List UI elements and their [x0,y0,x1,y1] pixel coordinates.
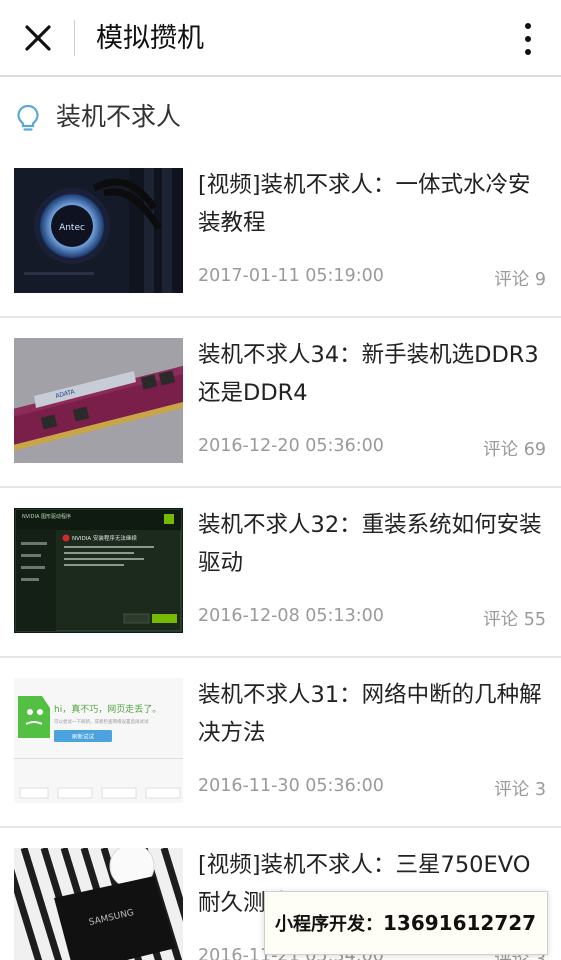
article-date: 2016-12-20 05:36:00 [198,436,384,456]
water-cooler-image: Antec [14,168,183,293]
comment-count: 评论 55 [483,610,546,630]
comment-count: 评论 3 [494,780,546,800]
article-title[interactable]: 装机不求人32：重装系统如何安装驱动 [198,506,548,582]
navigation-bar: 模拟攒机 [0,0,561,77]
page-title: 模拟攒机 [96,23,204,54]
list-item[interactable]: hi，真不巧，网页走丢了。 可以尝试一下刷新，或者检查网络设置后再试试 刷新试试… [0,658,561,828]
banner-phone[interactable]: 13691612727 [383,911,536,935]
network-error-page-image: hi，真不巧，网页走丢了。 可以尝试一下刷新，或者检查网络设置后再试试 刷新试试 [14,678,183,803]
contact-banner[interactable]: 小程序开发：13691612727 [264,891,548,955]
nvidia-header-text: NVIDIA 图形驱动程序 [22,513,71,520]
article-date: 2016-11-30 05:36:00 [198,776,384,796]
lightbulb-icon [17,104,39,131]
samsung-ssd-image: SAMSUNG [14,848,183,960]
list-item[interactable]: Antec [视频]装机不求人：一体式水冷安装教程 2017-01-11 05:… [0,148,561,318]
article-date: 2016-12-08 05:13:00 [198,606,384,626]
ram-module-image: ADATA [14,338,183,463]
article-date: 2017-01-11 05:19:00 [198,266,384,286]
nvidia-message-text: NVIDIA 安装程序无法继续 [72,534,137,542]
list-item[interactable]: NVIDIA 图形驱动程序 NVIDIA 安装程序无法继续 装机不求人32：重装… [0,488,561,658]
article-title[interactable]: 装机不求人31：网络中断的几种解决方法 [198,676,548,752]
antec-logo-text: Antec [59,223,85,233]
list-item[interactable]: ADATA 装机不求人34：新手装机选DDR3还是DDR4 2016-12-20… [0,318,561,488]
contact-banner-text: 小程序开发：13691612727 [275,910,536,936]
close-icon[interactable] [22,22,54,54]
article-title[interactable]: [视频]装机不求人：一体式水冷安装教程 [198,166,548,242]
comment-count: 评论 9 [494,270,546,290]
section-title: 装机不求人 [56,102,182,131]
nav-separator [74,20,75,56]
nvidia-installer-image: NVIDIA 图形驱动程序 NVIDIA 安装程序无法继续 [14,508,183,633]
section-header: 装机不求人 [0,88,561,148]
article-title[interactable]: 装机不求人34：新手装机选DDR3还是DDR4 [198,336,548,412]
comment-count: 评论 69 [483,440,546,460]
more-vertical-icon[interactable] [523,22,533,56]
network-hint-text: 可以尝试一下刷新，或者检查网络设置后再试试 [54,718,149,725]
banner-label: 小程序开发： [275,914,383,935]
network-error-text: hi，真不巧，网页走丢了。 [54,703,161,715]
refresh-button-text: 刷新试试 [72,733,95,741]
